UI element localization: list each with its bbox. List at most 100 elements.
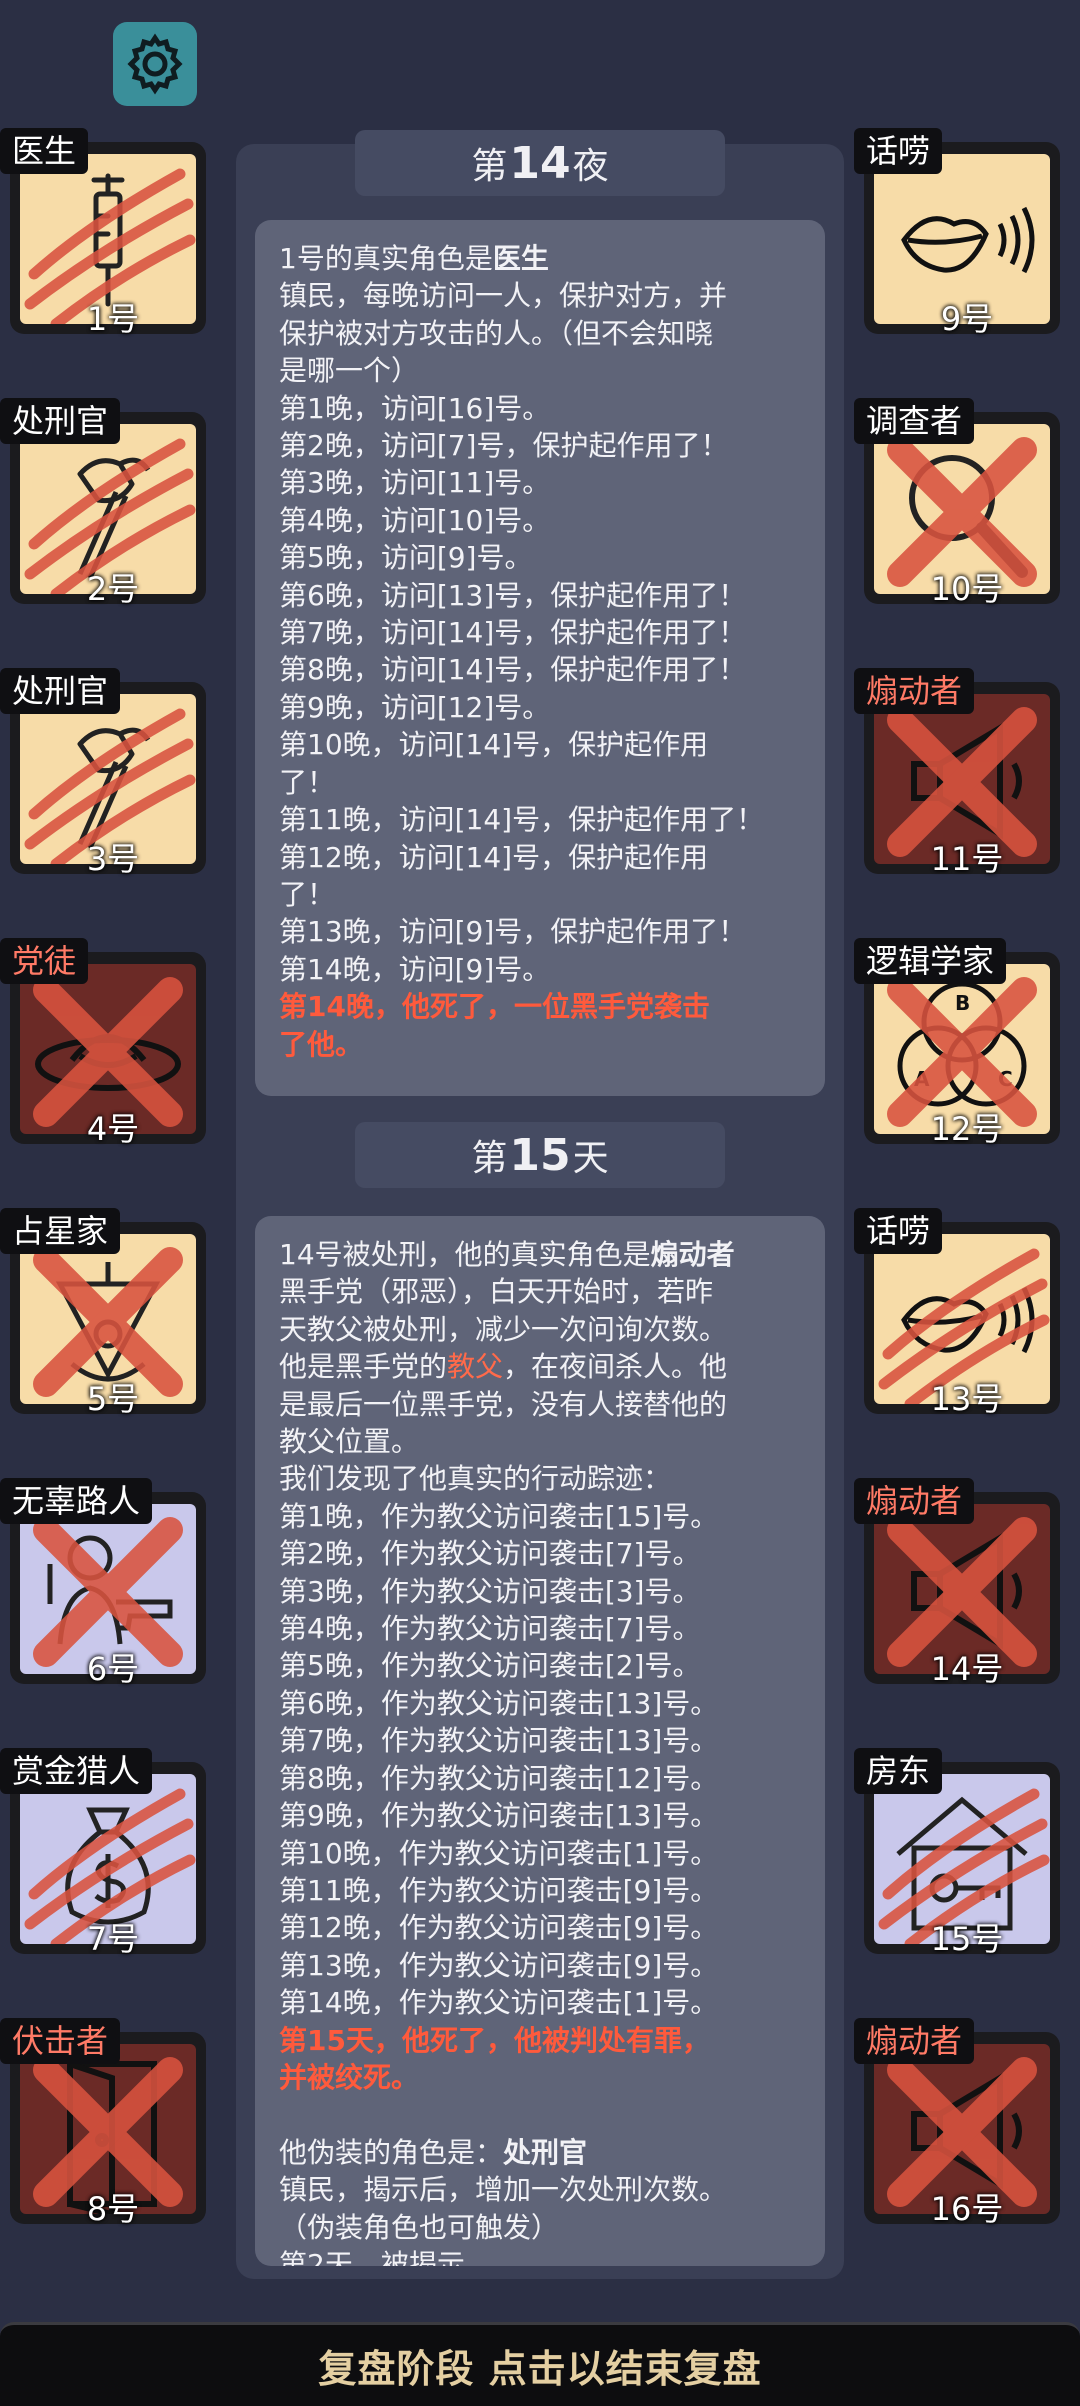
player-card[interactable]: 话唠 9号 [854,128,1060,338]
player-card[interactable]: BAC逻辑学家12号 [854,938,1060,1148]
day-header-suffix: 天 [572,1138,609,1179]
player-card[interactable]: 煽动者 16号 [854,2018,1060,2228]
log-segment [279,2098,288,2131]
log-line: 了！ [279,876,803,913]
log-line: 第12晚，访问[14]号，保护起作用 [279,839,803,876]
log-line: 14号被处刑，他的真实角色是煽动者 [279,1236,803,1273]
day-header-number: 15 [509,1129,571,1181]
log-segment: 第15天，他死了，他被判处有罪， [279,2023,710,2057]
log-segment: 我们发现了他真实的行动踪迹： [279,1462,672,1496]
log-line: 第6晚，作为教父访问袭击[13]号。 [279,1685,803,1722]
player-card[interactable]: 伏击者 8号 [0,2018,206,2228]
log-segment: 第8晚，访问[14]号，保护起作用了！ [279,653,747,687]
log-segment: 第9晚，访问[12]号。 [279,690,551,724]
role-label: 调查者 [854,398,975,444]
log-line: 第1晚，作为教父访问袭击[15]号。 [279,1498,803,1535]
log-line: 第6晚，访问[13]号，保护起作用了！ [279,577,803,614]
log-line: 是最后一位黑手党，没有人接替他的 [279,1386,803,1423]
log-segment: 煽动者 [650,1238,735,1271]
log-segment: 是最后一位黑手党，没有人接替他的 [279,1387,728,1421]
log-line: 是哪一个） [279,352,803,389]
player-card[interactable]: 调查者 10号 [854,398,1060,608]
log-line: 第5晚，访问[9]号。 [279,539,803,576]
night-header-number: 14 [509,137,571,189]
player-number: 12号 [930,1110,1004,1148]
log-segment: 第14晚，访问[9]号。 [279,952,551,986]
player-number: 6号 [86,1650,140,1688]
role-label: 处刑官 [0,668,121,714]
log-line [279,2096,803,2133]
log-line: （伪装角色也可触发） [279,2209,803,2246]
role-label: 无辜路人 [0,1478,153,1524]
log-line: 第7晚，作为教父访问袭击[13]号。 [279,1722,803,1759]
player-number: 7号 [86,1920,140,1958]
settings-button[interactable] [113,22,197,106]
log-line: 第7晚，访问[14]号，保护起作用了！ [279,614,803,651]
log-line: 第11晚，作为教父访问袭击[9]号。 [279,1872,803,1909]
player-number: 8号 [86,2190,140,2228]
day-header-prefix: 第 [471,1138,508,1179]
role-label: 处刑官 [0,398,121,444]
end-review-label: 复盘阶段 点击以结束复盘 [318,2347,762,2391]
log-segment: 第4晚，访问[10]号。 [279,503,551,537]
log-line: 第9晚，作为教父访问袭击[13]号。 [279,1797,803,1834]
log-line: 黑手党（邪恶），白天开始时，若昨 [279,1273,803,1310]
role-label: 煽动者 [854,668,975,714]
player-number: 15号 [930,1920,1004,1958]
log-segment: 并被绞死。 [279,2060,420,2094]
player-card[interactable]: 处刑官 3号 [0,668,206,878]
log-segment: 第3晚，作为教父访问袭击[3]号。 [279,1574,701,1608]
log-segment: 第9晚，作为教父访问袭击[13]号。 [279,1799,719,1833]
log-segment: 第10晚，作为教父访问袭击[1]号。 [279,1836,719,1870]
log-segment: 第13晚，访问[9]号，保护起作用了！ [279,915,747,949]
player-card[interactable]: 医生 1号 [0,128,206,338]
log-segment: 了！ [279,877,336,911]
player-number: 4号 [86,1110,140,1148]
player-card[interactable]: 煽动者 14号 [854,1478,1060,1688]
player-card[interactable]: 党徒 4号 [0,938,206,1148]
log-line: 第3晚，访问[11]号。 [279,464,803,501]
log-line: 第15天，他死了，他被判处有罪， [279,2022,803,2059]
log-line: 第4晚，作为教父访问袭击[7]号。 [279,1610,803,1647]
log-line: 第14晚，作为教父访问袭击[1]号。 [279,1984,803,2021]
player-number: 5号 [86,1380,140,1418]
log-segment: 他是黑手党的 [279,1350,448,1384]
log-segment: （伪装角色也可触发） [279,2210,560,2244]
log-segment: 第10晚，访问[14]号，保护起作用 [279,728,709,762]
end-review-button[interactable]: 复盘阶段 点击以结束复盘 [0,2322,1080,2406]
log-line: 第2晚，访问[7]号，保护起作用了！ [279,427,803,464]
player-card[interactable]: 煽动者 11号 [854,668,1060,878]
player-card[interactable]: 话唠 13号 [854,1208,1060,1418]
log-line: 他伪装的角色是：处刑官 [279,2134,803,2171]
player-number: 3号 [86,840,140,878]
log-segment: 保护被对方攻击的人。（但不会知晓 [279,316,714,350]
role-label: 房东 [854,1748,943,1794]
player-number: 16号 [930,2190,1004,2228]
log-segment: 第6晚，作为教父访问袭击[13]号。 [279,1686,719,1720]
player-card[interactable]: 占星家 5号 [0,1208,206,1418]
log-segment: 第12晚，访问[14]号，保护起作用 [279,840,709,874]
log-segment: 第11晚，访问[14]号，保护起作用了！ [279,803,765,837]
log-segment: 处刑官 [503,2135,588,2169]
log-line: 第13晚，访问[9]号，保护起作用了！ [279,913,803,950]
log-line: 第3晚，作为教父访问袭击[3]号。 [279,1573,803,1610]
role-label: 伏击者 [0,2018,121,2064]
player-number: 9号 [940,300,994,338]
log-line: 第9晚，访问[12]号。 [279,689,803,726]
role-label: 医生 [0,128,89,174]
player-card[interactable]: 无辜路人 6号 [0,1478,206,1688]
log-line: 天教父被处刑，减少一次问询次数。 [279,1311,803,1348]
log-line: 第14晚，他死了，一位黑手党袭击 [279,988,803,1025]
log-segment: 第12晚，作为教父访问袭击[9]号。 [279,1911,719,1945]
log-segment: 他伪装的角色是： [279,2135,504,2169]
log-segment: 第2天，被揭示。 [279,2247,493,2266]
log-segment: 1号的真实角色是 [279,242,493,275]
player-card[interactable]: 房东 15号 [854,1748,1060,1958]
role-label: 话唠 [854,128,943,174]
player-card[interactable]: 赏金猎人 7号 [0,1748,206,1958]
night-header-prefix: 第 [471,146,508,187]
log-line: 了！ [279,764,803,801]
player-card[interactable]: 处刑官 2号 [0,398,206,608]
role-label: 赏金猎人 [0,1748,153,1794]
player-number: 10号 [930,570,1004,608]
